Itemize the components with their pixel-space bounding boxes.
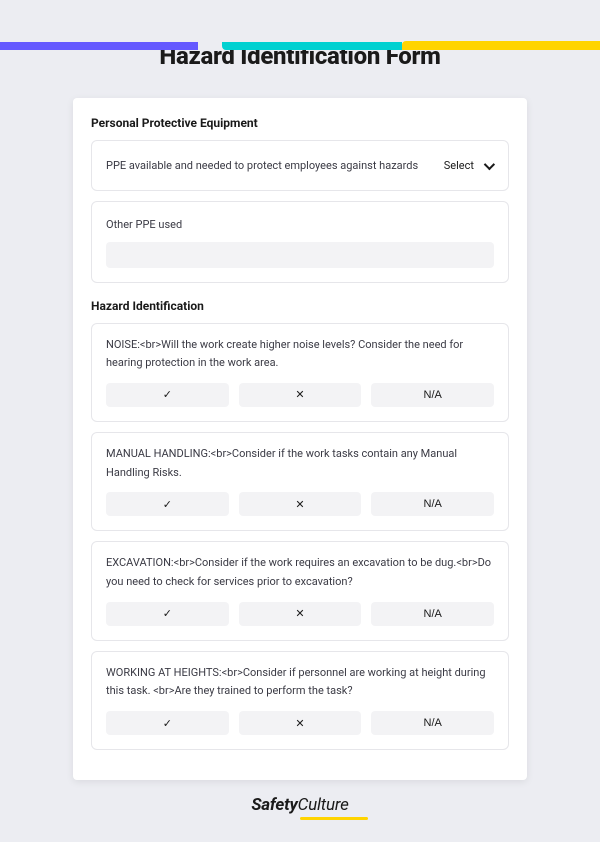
select-label: Select	[444, 159, 474, 172]
answer-row: ✓ ✕ N/A	[106, 383, 494, 407]
answer-no-button[interactable]: ✕	[239, 711, 362, 735]
question-text: MANUAL HANDLING:<br>Consider if the work…	[106, 445, 494, 482]
answer-na-button[interactable]: N/A	[371, 602, 494, 626]
ppe-other-label: Other PPE used	[106, 216, 494, 234]
answer-no-button[interactable]: ✕	[239, 602, 362, 626]
question-manual-handling: MANUAL HANDLING:<br>Consider if the work…	[91, 432, 509, 531]
answer-no-button[interactable]: ✕	[239, 383, 362, 407]
section-heading-hazard: Hazard Identification	[91, 299, 509, 313]
answer-na-button[interactable]: N/A	[371, 711, 494, 735]
question-text: NOISE:<br>Will the work create higher no…	[106, 336, 494, 373]
answer-row: ✓ ✕ N/A	[106, 602, 494, 626]
answer-na-button[interactable]: N/A	[371, 383, 494, 407]
question-text: WORKING AT HEIGHTS:<br>Consider if perso…	[106, 664, 494, 701]
section-heading-ppe: Personal Protective Equipment	[91, 116, 509, 130]
question-text: EXCAVATION:<br>Consider if the work requ…	[106, 554, 494, 591]
ppe-select-field: PPE available and needed to protect empl…	[91, 140, 509, 191]
top-accent-bar	[0, 42, 600, 50]
answer-yes-button[interactable]: ✓	[106, 492, 229, 516]
ppe-select-dropdown[interactable]: Select	[442, 155, 494, 176]
question-heights: WORKING AT HEIGHTS:<br>Consider if perso…	[91, 651, 509, 750]
question-noise: NOISE:<br>Will the work create higher no…	[91, 323, 509, 422]
brand-underline	[300, 817, 368, 820]
accent-purple	[0, 42, 198, 50]
answer-na-button[interactable]: N/A	[371, 492, 494, 516]
brand-bold: Safety	[251, 795, 297, 815]
accent-gap	[198, 42, 222, 50]
accent-yellow	[402, 41, 600, 50]
brand-light: Culture	[298, 795, 349, 815]
ppe-select-label: PPE available and needed to protect empl…	[106, 157, 430, 175]
chevron-down-icon	[484, 158, 495, 169]
answer-yes-button[interactable]: ✓	[106, 383, 229, 407]
answer-yes-button[interactable]: ✓	[106, 711, 229, 735]
answer-no-button[interactable]: ✕	[239, 492, 362, 516]
ppe-other-input[interactable]	[106, 242, 494, 268]
answer-row: ✓ ✕ N/A	[106, 492, 494, 516]
answer-yes-button[interactable]: ✓	[106, 602, 229, 626]
question-excavation: EXCAVATION:<br>Consider if the work requ…	[91, 541, 509, 640]
ppe-other-field: Other PPE used	[91, 201, 509, 283]
accent-teal	[222, 42, 402, 50]
answer-row: ✓ ✕ N/A	[106, 711, 494, 735]
form-card: Personal Protective Equipment PPE availa…	[73, 98, 527, 780]
footer-brand-logo: SafetyCulture	[0, 795, 600, 820]
